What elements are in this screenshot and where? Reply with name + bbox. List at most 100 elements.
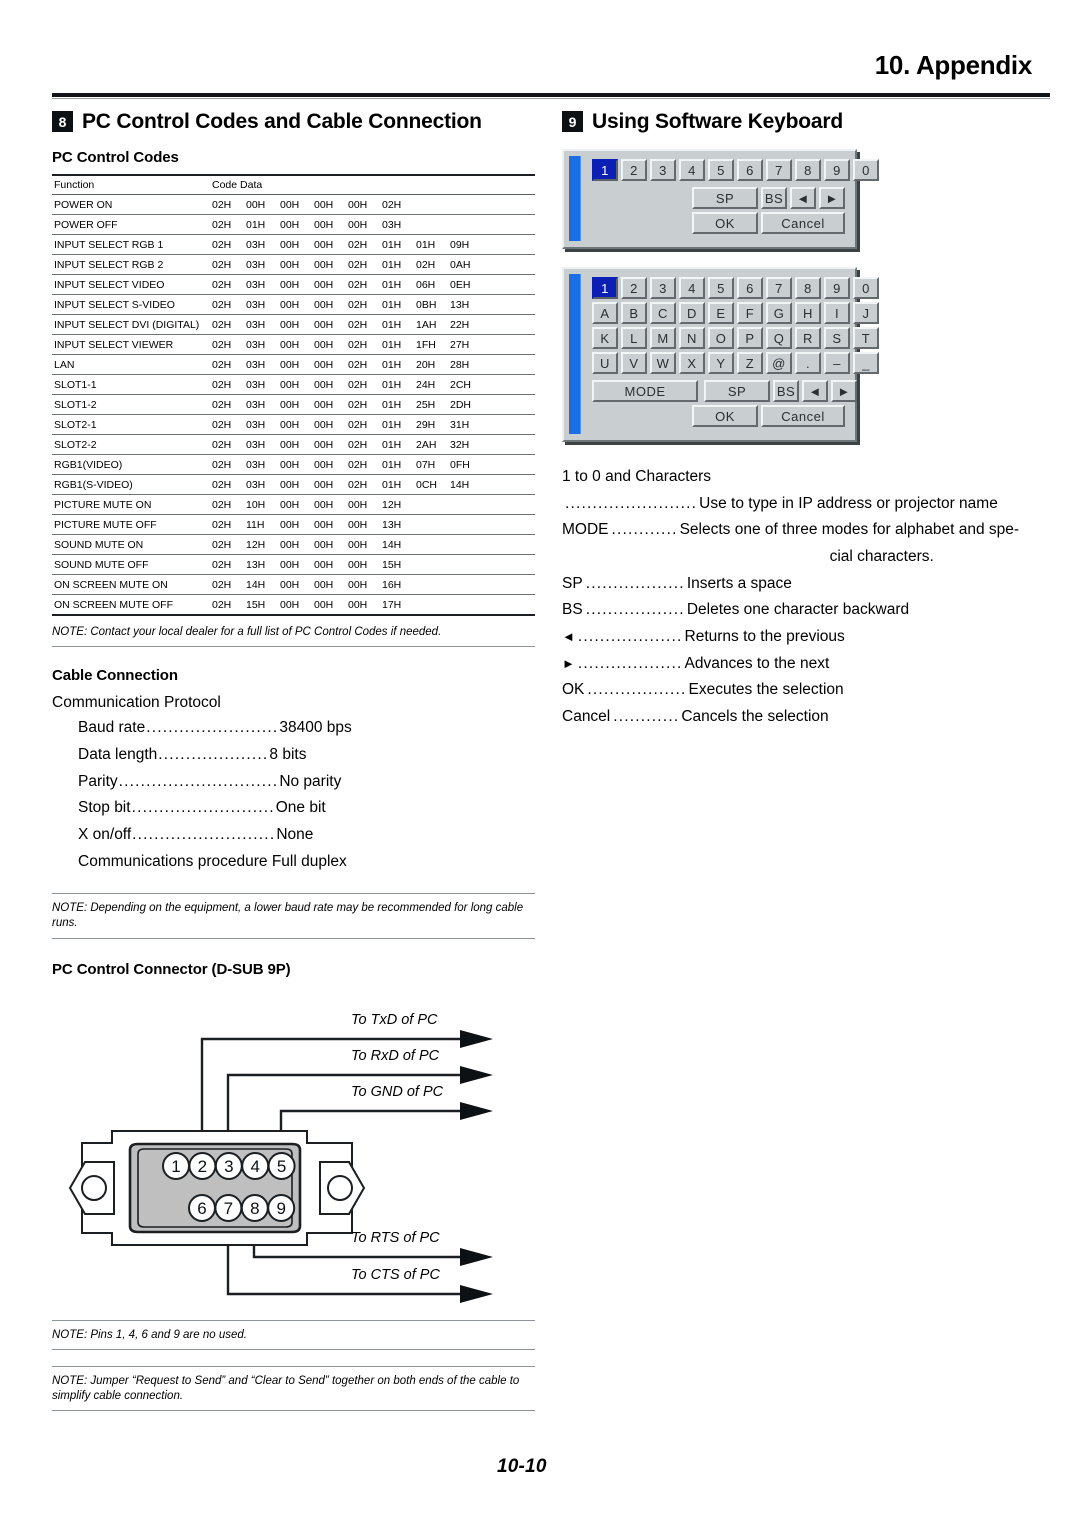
key-.[interactable]: . (795, 352, 821, 375)
key-y[interactable]: Y (708, 352, 734, 375)
key-7[interactable]: 7 (766, 159, 792, 182)
key-ok[interactable]: OK (692, 212, 758, 235)
key-sp[interactable]: SP (692, 187, 758, 210)
protocol-value: 8 bits (269, 745, 307, 763)
key-j[interactable]: J (853, 302, 879, 325)
key-n[interactable]: N (679, 327, 705, 350)
code-byte: 01H (382, 359, 402, 372)
key-w[interactable]: W (650, 352, 676, 375)
code-byte: 16H (382, 579, 402, 592)
key-5[interactable]: 5 (708, 277, 734, 300)
key-7[interactable]: 7 (766, 277, 792, 300)
leader-dots: ................... (577, 654, 683, 672)
software-keyboard-alpha[interactable]: 1 2 3 4 5 6 7 8 9 0 A B C D E F G H I J K L M N O P Q R S T U V W X Y Z @. – _… (562, 267, 879, 443)
legend-item: BS.................. Deletes one characte… (562, 597, 1040, 624)
key-cancel[interactable]: Cancel (761, 212, 845, 235)
key-9[interactable]: 9 (824, 277, 850, 300)
key-l[interactable]: L (621, 327, 647, 350)
code-byte: 00H (280, 299, 300, 312)
key-ok[interactable]: OK (692, 405, 758, 428)
key-2[interactable]: 2 (621, 277, 647, 300)
key-o[interactable]: O (708, 327, 734, 350)
code-byte: 02H (348, 399, 368, 412)
key-0[interactable]: 0 (853, 277, 879, 300)
key-@[interactable]: @ (766, 352, 792, 375)
key-c[interactable]: C (650, 302, 676, 325)
legend-item: Cancel............ Cancels the selection (562, 704, 1040, 731)
code-byte: 27H (450, 339, 470, 352)
key-u[interactable]: U (592, 352, 618, 375)
key-i[interactable]: I (824, 302, 850, 325)
code-byte: 0CH (416, 479, 438, 492)
software-keyboard-numeric[interactable]: 1 2 3 4 5 6 7 8 9 0 SP BS ◄ ► OK Cancel (562, 149, 879, 250)
legend-term: MODE (562, 521, 609, 539)
code-byte: 00H (314, 459, 334, 472)
key-5[interactable]: 5 (708, 159, 734, 182)
key-s[interactable]: S (824, 327, 850, 350)
code-byte: 00H (348, 579, 368, 592)
key-q[interactable]: Q (766, 327, 792, 350)
cell-function: ON SCREEN MUTE ON (52, 574, 212, 596)
table-header: Function Code Data (52, 174, 535, 196)
code-byte: 02H (212, 559, 232, 572)
key-4[interactable]: 4 (679, 159, 705, 182)
key-–[interactable]: – (824, 352, 850, 375)
code-byte: 03H (246, 479, 266, 492)
key-right-arrow[interactable]: ► (831, 380, 857, 403)
key-bs[interactable]: BS (761, 187, 787, 210)
code-byte: 03H (246, 279, 266, 292)
key-p[interactable]: P (737, 327, 763, 350)
key-6[interactable]: 6 (737, 277, 763, 300)
key-8[interactable]: 8 (795, 277, 821, 300)
key-right-arrow[interactable]: ► (819, 187, 845, 210)
key-left-arrow[interactable]: ◄ (802, 380, 828, 403)
protocol-item-duplex: Communications procedure Full duplex (78, 852, 347, 870)
key-k[interactable]: K (592, 327, 618, 350)
key-2[interactable]: 2 (621, 159, 647, 182)
key-h[interactable]: H (795, 302, 821, 325)
key-b[interactable]: B (621, 302, 647, 325)
key-m[interactable]: M (650, 327, 676, 350)
key-v[interactable]: V (621, 352, 647, 375)
key-left-arrow[interactable]: ◄ (790, 187, 816, 210)
protocol-item: Parity............................. No pa… (78, 769, 535, 796)
key-d[interactable]: D (679, 302, 705, 325)
key-z[interactable]: Z (737, 352, 763, 375)
protocol-value: None (276, 825, 314, 843)
code-byte: 00H (280, 459, 300, 472)
leader-dots: ............ (613, 708, 680, 725)
key-bs[interactable]: BS (773, 380, 799, 403)
cell-code-data: 02H 03H 00H 00H 02H 01H 06H 0EH (212, 274, 535, 296)
code-byte: 01H (382, 479, 402, 492)
key-6[interactable]: 6 (737, 159, 763, 182)
key-x[interactable]: X (679, 352, 705, 375)
key-mode[interactable]: MODE (592, 380, 698, 403)
key-4[interactable]: 4 (679, 277, 705, 300)
code-byte: 00H (314, 499, 334, 512)
key-g[interactable]: G (766, 302, 792, 325)
cell-code-data: 02H 03H 00H 00H 02H 01H 24H 2CH (212, 374, 535, 396)
key-1[interactable]: 1 (592, 159, 618, 182)
key-0[interactable]: 0 (853, 159, 879, 182)
key-3[interactable]: 3 (650, 159, 676, 182)
key-e[interactable]: E (708, 302, 734, 325)
wire-label-rts: To RTS of PC (351, 1229, 440, 1246)
key-cancel[interactable]: Cancel (761, 405, 845, 428)
key-a[interactable]: A (592, 302, 618, 325)
leader-dots: .................... (158, 745, 269, 763)
code-byte: 02H (348, 479, 368, 492)
key-1[interactable]: 1 (592, 277, 618, 300)
key-8[interactable]: 8 (795, 159, 821, 182)
legend-term: BS (562, 601, 583, 619)
code-byte: 02H (382, 199, 402, 212)
key-3[interactable]: 3 (650, 277, 676, 300)
key-f[interactable]: F (737, 302, 763, 325)
key-9[interactable]: 9 (824, 159, 850, 182)
key-sp[interactable]: SP (704, 380, 770, 403)
key-_[interactable]: _ (853, 352, 879, 375)
code-byte: 22H (450, 319, 470, 332)
key-t[interactable]: T (853, 327, 879, 350)
legend-term: Cancel (562, 708, 611, 725)
key-r[interactable]: R (795, 327, 821, 350)
code-byte: 32H (450, 439, 470, 452)
